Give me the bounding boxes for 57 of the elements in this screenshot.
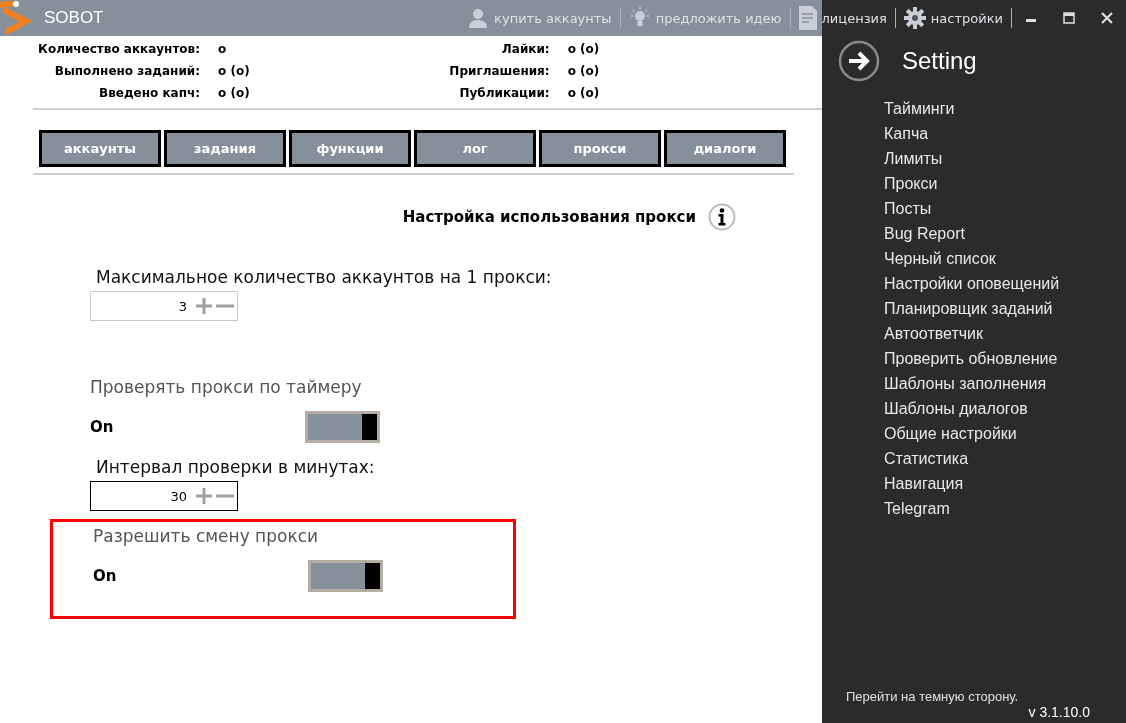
maximize-icon[interactable]: [1063, 12, 1075, 24]
toggle-switch[interactable]: [305, 411, 380, 443]
stat-value: o (o): [218, 64, 250, 78]
stat-label: Приглашения:: [448, 64, 550, 78]
close-icon[interactable]: [1101, 12, 1113, 24]
lightbulb-icon: [628, 7, 651, 29]
gear-icon: [903, 7, 926, 29]
stat-value: o (o): [567, 86, 600, 100]
settings-link[interactable]: Автоответчик: [884, 321, 1126, 346]
footer-text: Перейти на темную сторону.: [846, 689, 1020, 704]
toggle-state: On: [90, 418, 114, 436]
settings-link[interactable]: Проверить обновление: [884, 346, 1126, 371]
settings-link[interactable]: Шаблоны заполнения: [884, 371, 1126, 396]
settings-link[interactable]: Шаблоны диалогов: [884, 396, 1126, 421]
settings-link[interactable]: Планировщик заданий: [884, 296, 1126, 321]
toolbar-button[interactable]: лицензия: [790, 4, 895, 32]
settings-link[interactable]: Навигация: [884, 471, 1126, 496]
settings-link[interactable]: Telegram: [884, 496, 1126, 521]
stat-value: o (o): [567, 42, 600, 56]
settings-link[interactable]: Статистика: [884, 446, 1126, 471]
user-icon: [467, 7, 490, 29]
stat-value: o (o): [218, 86, 250, 100]
toggle-state: On: [93, 567, 117, 585]
arrow-right-icon[interactable]: [838, 40, 880, 82]
settings-link[interactable]: Капча: [884, 121, 1126, 146]
section-heading: Настройка использования прокси: [402, 208, 696, 226]
stat-label: Выполнено заданий:: [53, 64, 200, 78]
settings-link[interactable]: Bug Report: [884, 221, 1126, 246]
logo-icon: [0, 1, 32, 35]
toggle-label: Разрешить смену прокси: [93, 526, 320, 546]
number-field[interactable]: 3: [90, 291, 238, 321]
field-label: Максимальное количество аккаунтов на 1 прокси:: [96, 267, 552, 287]
app-title: SOBOT: [44, 8, 104, 28]
plus-icon[interactable]: [195, 297, 213, 315]
stat-value: o: [218, 42, 228, 56]
settings-link[interactable]: Посты: [884, 196, 1126, 221]
stat-label: Публикации:: [458, 86, 550, 100]
toggle-label: Проверять прокси по таймеру: [90, 377, 363, 397]
settings-link[interactable]: Общие настройки: [884, 421, 1126, 446]
plus-icon[interactable]: [195, 487, 213, 505]
settings-link[interactable]: Черный список: [884, 246, 1126, 271]
document-icon: [798, 6, 817, 30]
version-text: v 3.1.10.0: [1028, 704, 1090, 720]
settings-link[interactable]: Лимиты: [884, 146, 1126, 171]
toggle-switch[interactable]: [308, 560, 383, 592]
settings-link[interactable]: Тайминги: [884, 96, 1126, 121]
field-label: Интервал проверки в минутах:: [96, 457, 376, 477]
stat-value: o (o): [567, 64, 600, 78]
info-icon[interactable]: [708, 203, 736, 231]
stat-label: Лайки:: [500, 42, 550, 56]
settings-link[interactable]: Настройки оповещений: [884, 271, 1126, 296]
stat-label: Количество аккаунтов:: [37, 42, 200, 56]
toolbar-button[interactable]: настройки: [895, 4, 1011, 32]
stat-label: Введено капч:: [98, 86, 200, 100]
panel-title: Setting: [902, 47, 977, 75]
settings-link[interactable]: Прокси: [884, 171, 1126, 196]
number-field[interactable]: 30: [90, 481, 238, 511]
